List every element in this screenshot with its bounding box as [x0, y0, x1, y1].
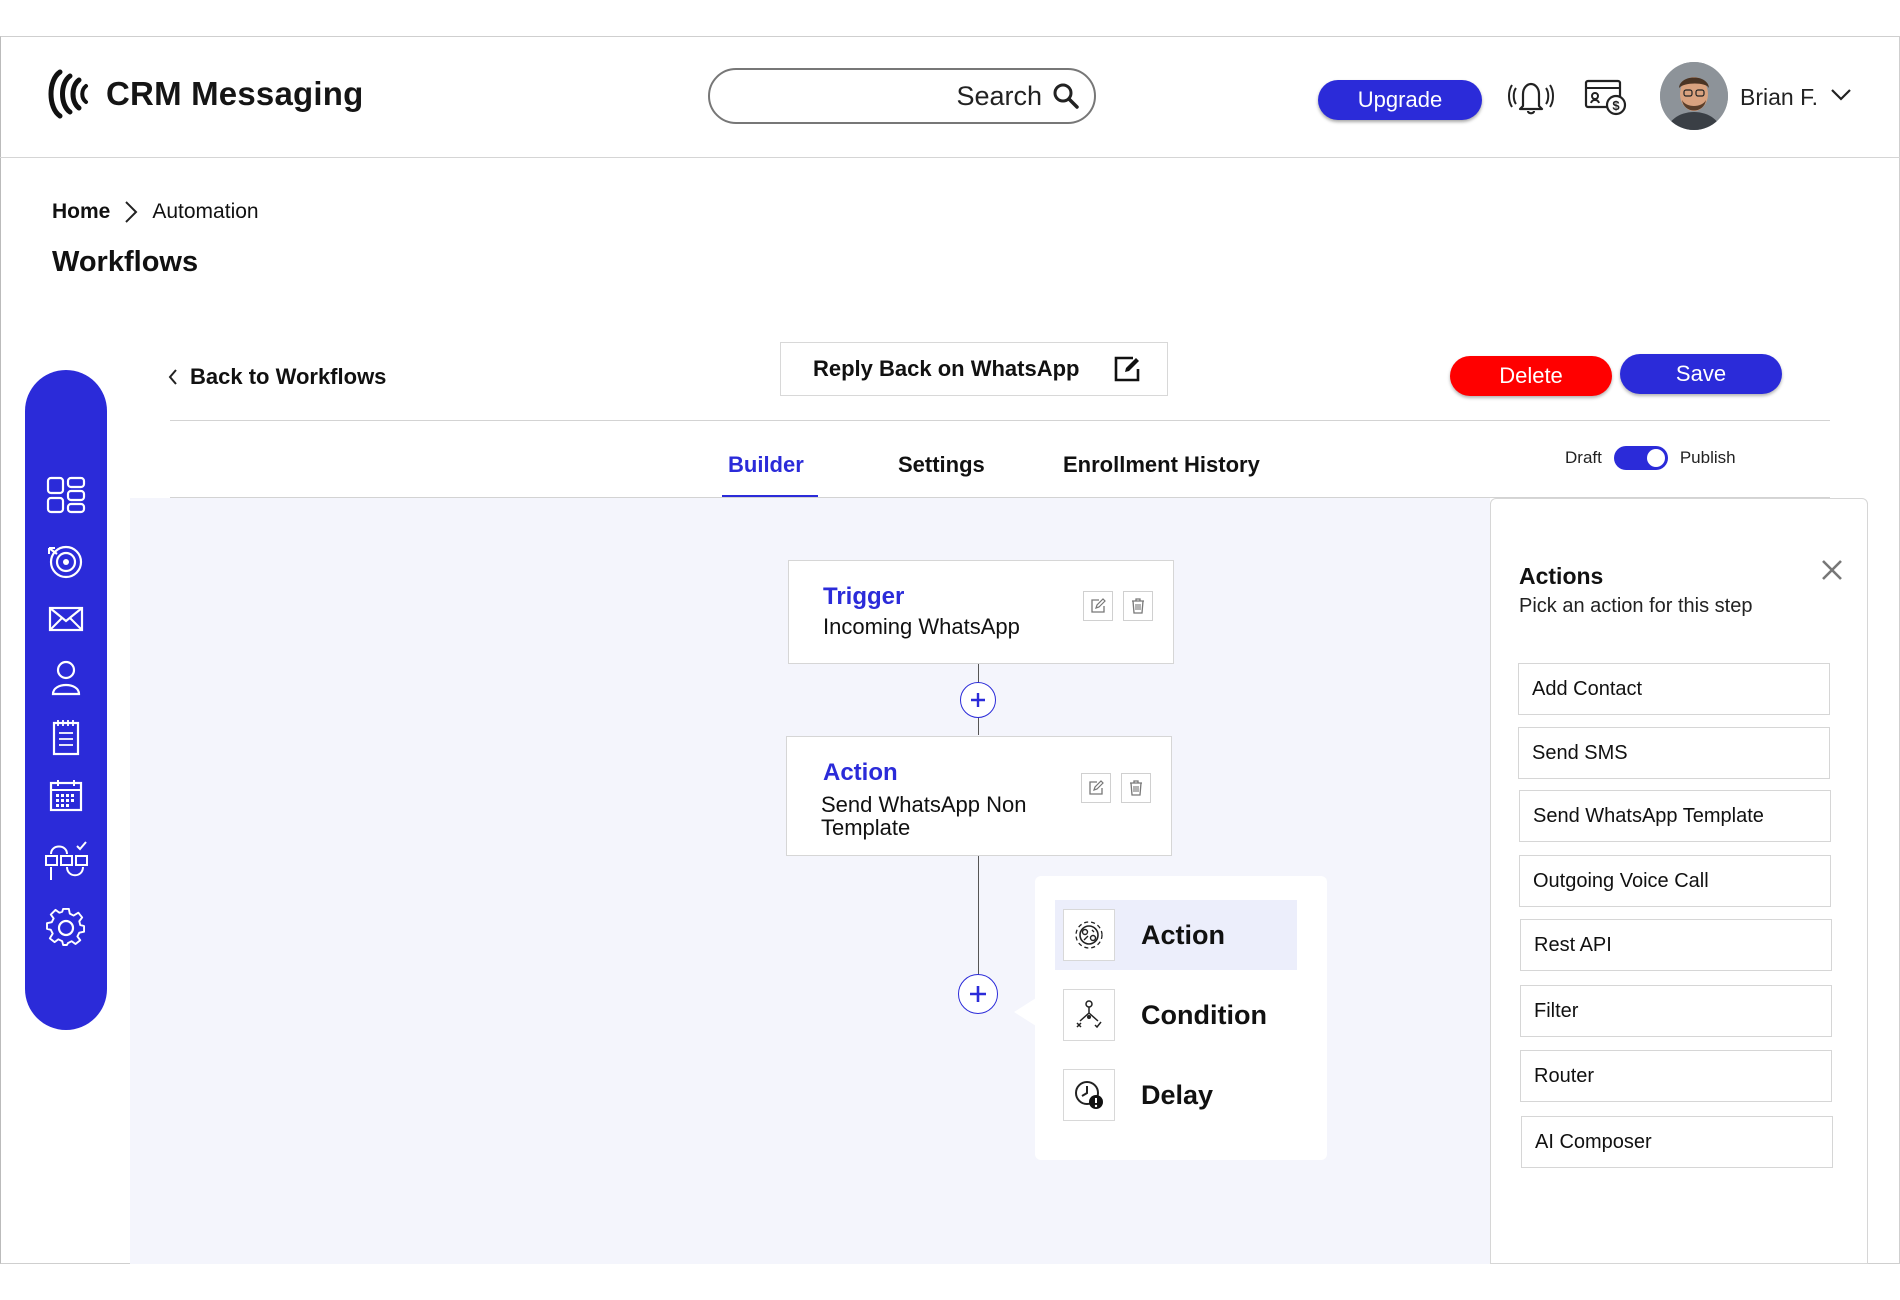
action-title: Action — [823, 759, 898, 786]
notes-icon — [52, 720, 80, 756]
trigger-subtitle: Incoming WhatsApp — [823, 614, 1020, 639]
svg-text:$: $ — [1612, 98, 1620, 113]
mail-icon — [48, 606, 84, 632]
back-to-workflows-link[interactable]: Back to Workflows — [168, 364, 386, 390]
notifications-button[interactable] — [1508, 78, 1554, 116]
target-icon — [48, 545, 83, 579]
publish-label: Publish — [1679, 448, 1736, 467]
action-item-router[interactable]: Router — [1520, 1050, 1832, 1102]
upgrade-button[interactable]: Upgrade — [1318, 80, 1482, 120]
save-button[interactable]: Save — [1620, 354, 1782, 394]
action-subtitle-line2: Template — [821, 815, 911, 840]
dashboard-icon — [46, 476, 86, 514]
tab-settings[interactable]: Settings — [898, 452, 985, 478]
app-title: CRM Messaging — [106, 75, 364, 112]
search-icon[interactable] — [1052, 82, 1080, 110]
action-item-send-sms[interactable]: Send SMS — [1518, 727, 1830, 779]
divider — [170, 420, 1830, 421]
action-node[interactable]: Action Send WhatsApp Non Template — [786, 736, 1172, 856]
publish-toggle[interactable] — [1613, 446, 1668, 470]
workflow-icon — [45, 841, 88, 880]
search-input[interactable] — [792, 80, 1042, 112]
action-item-ai-composer[interactable]: AI Composer — [1521, 1116, 1833, 1168]
delete-trigger-button[interactable] — [1123, 591, 1153, 621]
actions-panel-subtitle: Pick an action for this step — [1519, 595, 1753, 617]
sidebar-item-settings[interactable] — [25, 908, 107, 948]
user-avatar[interactable] — [1660, 62, 1728, 130]
sidebar-item-calendar[interactable] — [25, 778, 107, 812]
plus-icon — [971, 693, 985, 707]
tab-builder[interactable]: Builder — [728, 452, 804, 478]
menu-item-condition[interactable]: Condition — [1055, 980, 1297, 1050]
menu-item-action[interactable]: Action — [1055, 900, 1297, 970]
trash-icon — [1130, 780, 1142, 796]
calendar-icon — [49, 780, 83, 812]
edit-icon — [1089, 780, 1104, 795]
add-step-button-active[interactable] — [958, 974, 998, 1014]
breadcrumb-home[interactable]: Home — [52, 200, 110, 224]
chevron-down-icon[interactable] — [1830, 88, 1852, 102]
breadcrumb: Home Automation — [52, 200, 259, 224]
chevron-left-icon — [168, 369, 177, 385]
billing-button[interactable]: $ — [1584, 78, 1628, 116]
sidebar — [25, 370, 107, 1030]
edit-icon[interactable] — [1113, 355, 1141, 383]
delay-clock-icon — [1063, 1069, 1115, 1121]
toggle-knob — [1646, 449, 1665, 467]
trigger-node[interactable]: Trigger Incoming WhatsApp — [788, 560, 1174, 664]
action-subtitle-line1: Send WhatsApp Non — [821, 792, 1027, 817]
action-item-filter[interactable]: Filter — [1520, 985, 1832, 1037]
edit-icon — [1091, 598, 1106, 613]
logo-icon — [48, 69, 88, 119]
actions-panel: Actions Pick an action for this step Add… — [1490, 498, 1868, 1264]
sidebar-item-messages[interactable] — [25, 606, 107, 632]
trigger-title: Trigger — [823, 583, 905, 610]
condition-branch-icon — [1063, 989, 1115, 1041]
action-item-send-whatsapp-template[interactable]: Send WhatsApp Template — [1519, 790, 1831, 842]
page-title: Workflows — [52, 246, 199, 278]
contacts-icon — [51, 660, 81, 696]
workflow-name: Reply Back on WhatsApp — [813, 356, 1080, 381]
menu-pointer — [1014, 998, 1036, 1026]
edit-action-button[interactable] — [1081, 773, 1111, 803]
action-item-rest-api[interactable]: Rest API — [1520, 919, 1832, 971]
step-type-menu: Action Condition Delay — [1035, 876, 1327, 1160]
trash-icon — [1132, 598, 1144, 614]
breadcrumb-current: Automation — [152, 200, 259, 223]
menu-item-delay[interactable]: Delay — [1055, 1060, 1297, 1130]
action-item-add-contact[interactable]: Add Contact — [1518, 663, 1830, 715]
menu-item-label: Condition — [1141, 999, 1267, 1030]
sidebar-item-notes[interactable] — [25, 718, 107, 756]
bell-icon — [1508, 82, 1554, 115]
plus-icon — [970, 986, 986, 1002]
sidebar-item-dashboard[interactable] — [25, 476, 107, 514]
avatar-photo — [1660, 62, 1728, 130]
sidebar-item-contacts[interactable] — [25, 660, 107, 696]
billing-icon: $ — [1584, 79, 1627, 116]
action-gear-icon — [1063, 909, 1115, 961]
tab-enrollment-history[interactable]: Enrollment History — [1063, 452, 1260, 478]
edit-trigger-button[interactable] — [1083, 591, 1113, 621]
sidebar-item-campaigns[interactable] — [25, 544, 107, 580]
action-item-outgoing-voice-call[interactable]: Outgoing Voice Call — [1519, 855, 1831, 907]
delete-action-button[interactable] — [1121, 773, 1151, 803]
gear-icon — [46, 908, 86, 946]
chevron-right-icon — [125, 201, 138, 223]
status-toggle-group: Draft Publish — [1565, 446, 1736, 470]
back-label: Back to Workflows — [190, 364, 387, 389]
add-step-button[interactable] — [960, 682, 996, 718]
connector-line — [978, 856, 979, 976]
menu-item-label: Delay — [1141, 1079, 1214, 1110]
delete-button[interactable]: Delete — [1450, 356, 1612, 396]
user-name[interactable]: Brian F. — [1740, 84, 1818, 111]
workflow-name-field[interactable]: Reply Back on WhatsApp — [780, 342, 1168, 396]
search-box[interactable] — [708, 68, 1096, 124]
menu-item-label: Action — [1141, 919, 1225, 950]
app-logo[interactable]: CRM Messaging — [46, 66, 363, 122]
sidebar-item-automation[interactable] — [25, 840, 107, 882]
close-icon[interactable] — [1821, 559, 1843, 581]
draft-label: Draft — [1565, 448, 1602, 467]
actions-panel-title: Actions — [1519, 563, 1604, 589]
